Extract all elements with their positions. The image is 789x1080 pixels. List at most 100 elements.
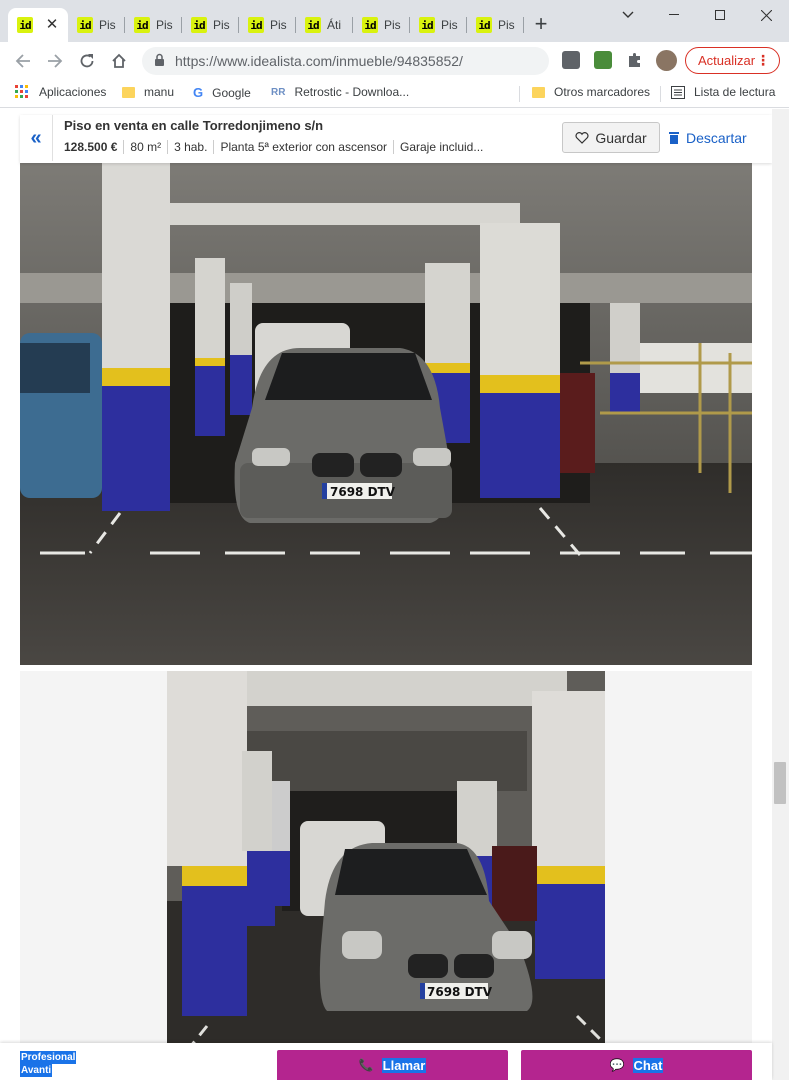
- listing-floor: Planta 5ª exterior con ascensor: [213, 140, 393, 154]
- tab-active[interactable]: id ✕: [8, 8, 68, 42]
- tab-close-icon[interactable]: ✕: [44, 17, 60, 33]
- lock-icon[interactable]: [154, 53, 165, 72]
- reading-list[interactable]: Lista de lectura: [671, 85, 775, 99]
- tab-label: Pis: [441, 18, 458, 32]
- chat-bubble-icon: 💬: [609, 1058, 625, 1072]
- scrollbar-track[interactable]: [772, 109, 789, 1080]
- tab-search-icon[interactable]: [605, 0, 651, 30]
- agency-line-1: Profesional: [20, 1051, 77, 1064]
- idealista-favicon-icon: id: [191, 17, 207, 33]
- bookmark-apps[interactable]: Aplicaciones: [15, 85, 106, 99]
- forward-arrow-icon[interactable]: [41, 47, 69, 75]
- bookmark-divider: [519, 86, 520, 102]
- address-bar[interactable]: https://www.idealista.com/inmueble/94835…: [142, 47, 549, 75]
- call-label: Llamar: [381, 1057, 427, 1073]
- update-button[interactable]: Actualizar ⋮: [685, 47, 780, 74]
- tab-1[interactable]: id Pis: [68, 8, 125, 42]
- agency-line-2: Avanti: [20, 1064, 53, 1077]
- trash-icon: [669, 132, 679, 144]
- tab-label: Pis: [213, 18, 230, 32]
- bookmark-divider: [660, 86, 661, 102]
- folder-icon: [532, 86, 545, 98]
- new-tab-button[interactable]: +: [530, 12, 552, 38]
- tab-6[interactable]: id Pis: [353, 8, 410, 42]
- listing-photo-2[interactable]: 7698 DTV: [167, 671, 605, 1080]
- bookmark-label: Lista de lectura: [694, 85, 776, 99]
- tab-2[interactable]: id Pis: [125, 8, 182, 42]
- reload-icon[interactable]: [73, 47, 101, 75]
- scrollbar-thumb[interactable]: [774, 762, 786, 804]
- url-text: https://www.idealista.com/inmueble/94835…: [175, 53, 463, 69]
- license-plate-text: 7698 DTV: [427, 985, 493, 999]
- heart-icon: [575, 131, 589, 144]
- idealista-favicon-icon: id: [134, 17, 150, 33]
- idealista-favicon-icon: id: [77, 17, 93, 33]
- bookmark-label: Aplicaciones: [39, 85, 107, 99]
- back-arrow-icon[interactable]: [9, 47, 37, 75]
- minimize-icon[interactable]: [651, 0, 697, 30]
- reading-list-icon: [671, 85, 685, 99]
- save-button[interactable]: Guardar: [562, 122, 660, 153]
- tab-label: Pis: [156, 18, 173, 32]
- tab-3[interactable]: id Pis: [182, 8, 239, 42]
- bookmark-label: manu: [144, 85, 175, 99]
- google-icon: G: [193, 85, 204, 100]
- tab-label: Áti: [327, 18, 342, 32]
- url-path: /inmueble/94835852/: [332, 53, 463, 69]
- idealista-favicon-icon: id: [419, 17, 435, 33]
- apps-grid-icon: [15, 85, 28, 98]
- listing-price: 128.500 €: [64, 140, 118, 154]
- listing-title: Piso en venta en calle Torredonjimeno s/…: [64, 118, 324, 133]
- bookmark-label: Google: [212, 85, 251, 100]
- chat-label: Chat: [632, 1057, 664, 1073]
- listing-facts: 128.500 € 80 m² 3 hab. Planta 5ª exterio…: [64, 140, 489, 154]
- idealista-favicon-icon: id: [305, 17, 321, 33]
- extensions-puzzle-icon[interactable]: [626, 51, 644, 69]
- tab-label: Pis: [384, 18, 401, 32]
- discard-label: Descartar: [686, 129, 747, 146]
- update-label: Actualizar: [698, 53, 756, 68]
- home-icon[interactable]: [105, 47, 133, 75]
- listing-garage: Garaje incluid...: [392, 140, 489, 154]
- close-window-icon[interactable]: [743, 0, 789, 30]
- idealista-favicon-icon: id: [248, 17, 264, 33]
- back-double-chevron-icon[interactable]: «: [20, 115, 53, 161]
- extension-1-icon[interactable]: [562, 51, 580, 69]
- tab-8[interactable]: id Pis: [467, 8, 524, 42]
- tab-5[interactable]: id Áti: [296, 8, 353, 42]
- url-host: https://www.idealista.com: [175, 53, 333, 69]
- call-button[interactable]: 📞 Llamar: [277, 1050, 508, 1080]
- idealista-favicon-icon: id: [362, 17, 378, 33]
- save-label: Guardar: [595, 129, 647, 146]
- bookmark-retrostic[interactable]: RR Retrostic - Downloa...: [271, 85, 409, 99]
- discard-button[interactable]: Descartar: [669, 122, 747, 153]
- bookmark-label: Otros marcadores: [554, 85, 651, 99]
- tab-strip: id ✕ id Pis id Pis id Pis id Pis id Áti id Pis…: [0, 0, 789, 42]
- listing-area: 80 m²: [123, 140, 167, 154]
- bookmark-manu[interactable]: manu: [122, 85, 174, 99]
- menu-kebab-icon: ⋮: [756, 52, 770, 68]
- extension-2-icon[interactable]: [594, 51, 612, 69]
- profile-avatar[interactable]: [656, 50, 677, 71]
- tab-label: Pis: [99, 18, 116, 32]
- idealista-favicon-icon: id: [17, 17, 33, 33]
- tab-label: Pis: [498, 18, 515, 32]
- bookmark-other[interactable]: Otros marcadores: [532, 85, 650, 99]
- listing-sticky-header: « Piso en venta en calle Torredonjimeno …: [20, 115, 772, 163]
- chat-button[interactable]: 💬 Chat: [521, 1050, 752, 1080]
- phone-icon: 📞: [358, 1058, 374, 1072]
- agency-name: Profesional Avanti: [20, 1051, 77, 1077]
- bookmarks-bar: Aplicaciones manu G Google RR Retrostic …: [0, 79, 789, 108]
- folder-icon: [122, 86, 135, 98]
- tab-7[interactable]: id Pis: [410, 8, 467, 42]
- bookmark-google[interactable]: G Google: [193, 85, 251, 100]
- license-plate-text: 7698 DTV: [330, 485, 396, 499]
- retrostic-icon: RR: [271, 86, 286, 98]
- contact-footer: Profesional Avanti 📞 Llamar 💬 Chat: [0, 1043, 772, 1080]
- idealista-favicon-icon: id: [476, 17, 492, 33]
- tab-label: Pis: [270, 18, 287, 32]
- tab-4[interactable]: id Pis: [239, 8, 296, 42]
- bookmark-label: Retrostic - Downloa...: [294, 85, 410, 99]
- maximize-icon[interactable]: [697, 0, 743, 30]
- listing-photo-1[interactable]: 7698 DTV: [20, 163, 752, 665]
